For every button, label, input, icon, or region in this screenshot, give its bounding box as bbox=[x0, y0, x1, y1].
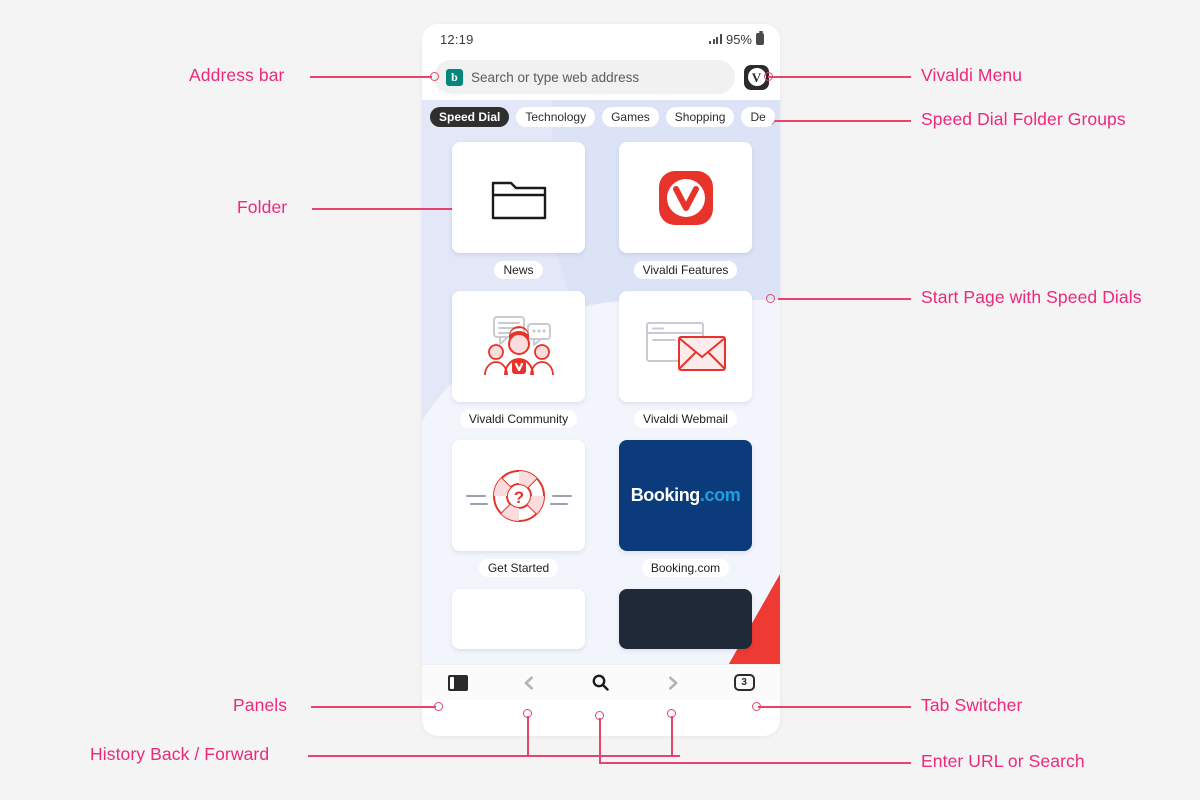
search-button[interactable] bbox=[579, 668, 623, 698]
annotation-endpoint-dot bbox=[523, 709, 532, 718]
status-indicators: 95% bbox=[709, 31, 764, 47]
address-bar-row: b Search or type web address V bbox=[422, 54, 780, 100]
status-time: 12:19 bbox=[440, 31, 474, 47]
annotation-leader-line bbox=[599, 762, 911, 764]
folder-tab-speed-dial[interactable]: Speed Dial bbox=[430, 107, 510, 127]
annotation-leader-line bbox=[310, 76, 432, 78]
speed-dial-thumbnail[interactable] bbox=[619, 291, 752, 402]
speed-dial-vivaldi-community[interactable]: Vivaldi Community bbox=[452, 291, 585, 428]
annotation-leader-line bbox=[599, 718, 601, 762]
annotation-leader-line bbox=[768, 76, 911, 78]
vivaldi-menu-letter: V bbox=[751, 69, 762, 85]
speed-dial-booking[interactable]: Booking.com Booking.com bbox=[619, 440, 752, 577]
vivaldi-logo-icon bbox=[658, 170, 713, 225]
back-button[interactable] bbox=[507, 668, 551, 698]
folder-icon bbox=[491, 181, 546, 219]
annotation-start-page: Start Page with Speed Dials bbox=[921, 287, 1142, 307]
folder-tab-design[interactable]: De bbox=[741, 107, 775, 127]
annotation-endpoint-dot bbox=[752, 702, 761, 711]
tab-count-icon: 3 bbox=[733, 674, 755, 691]
speed-dial-thumbnail[interactable] bbox=[452, 142, 585, 253]
annotation-enter-url: Enter URL or Search bbox=[921, 751, 1085, 771]
annotation-tab-switcher: Tab Switcher bbox=[921, 695, 1023, 715]
search-input[interactable]: b Search or type web address bbox=[434, 60, 735, 94]
speed-dial-vivaldi-features[interactable]: Vivaldi Features bbox=[619, 142, 752, 279]
battery-icon bbox=[756, 31, 764, 45]
annotation-endpoint-dot bbox=[434, 702, 443, 711]
phone-mockup: 12:19 95% b Search or type web address V bbox=[422, 24, 780, 736]
speed-dial-title: Get Started bbox=[478, 559, 559, 577]
svg-text:?: ? bbox=[513, 488, 523, 507]
community-people-icon bbox=[483, 315, 554, 375]
annotation-leader-line bbox=[308, 755, 680, 757]
annotation-endpoint-dot bbox=[430, 72, 439, 81]
panels-button[interactable] bbox=[436, 668, 480, 698]
annotation-leader-line bbox=[774, 120, 911, 122]
forward-button[interactable] bbox=[651, 668, 695, 698]
bottom-toolbar: 3 bbox=[422, 664, 780, 700]
battery-percent: 95% bbox=[725, 31, 752, 47]
annotation-address-bar: Address bar bbox=[189, 65, 285, 85]
speed-dial-partial-dark[interactable] bbox=[619, 589, 752, 649]
annotation-folder-groups: Speed Dial Folder Groups bbox=[921, 109, 1126, 129]
speed-dial-thumbnail[interactable] bbox=[619, 589, 752, 649]
speed-dial-title: News bbox=[494, 261, 543, 279]
speed-dial-title: Vivaldi Community bbox=[459, 410, 578, 428]
annotation-leader-line bbox=[527, 716, 529, 756]
speed-dial-vivaldi-webmail[interactable]: Vivaldi Webmail bbox=[619, 291, 752, 428]
webmail-envelope-icon bbox=[645, 321, 726, 371]
panels-icon bbox=[447, 674, 468, 691]
screenshot-canvas: 12:19 95% b Search or type web address V bbox=[0, 0, 1200, 800]
annotation-leader-line bbox=[311, 706, 436, 708]
speed-dial-thumbnail[interactable] bbox=[452, 291, 585, 402]
start-page: Speed Dial Technology Games Shopping De bbox=[422, 100, 780, 700]
speed-dial-partial-light[interactable] bbox=[452, 589, 585, 649]
speed-dial-thumbnail[interactable]: Booking.com bbox=[619, 440, 752, 551]
speed-dial-news[interactable]: News bbox=[452, 142, 585, 279]
speed-dial-folder-groups: Speed Dial Technology Games Shopping De bbox=[422, 100, 780, 134]
speed-dial-get-started[interactable]: ? Get Started bbox=[452, 440, 585, 577]
speed-dial-thumbnail[interactable]: ? bbox=[452, 440, 585, 551]
folder-tab-shopping[interactable]: Shopping bbox=[665, 107, 735, 127]
annotation-endpoint-dot bbox=[595, 711, 604, 720]
lifebuoy-question-icon: ? bbox=[465, 469, 572, 522]
annotation-folder: Folder bbox=[237, 197, 288, 217]
annotation-leader-line bbox=[671, 716, 673, 756]
speed-dial-title: Booking.com bbox=[641, 559, 730, 577]
annotation-history: History Back / Forward bbox=[90, 744, 270, 764]
magnifier-icon bbox=[593, 674, 610, 691]
speed-dial-thumbnail[interactable] bbox=[619, 142, 752, 253]
annotation-panels: Panels bbox=[233, 695, 288, 715]
address-bar-placeholder: Search or type web address bbox=[471, 69, 640, 85]
signal-bars-icon bbox=[709, 34, 722, 44]
folder-tab-games[interactable]: Games bbox=[602, 107, 659, 127]
annotation-leader-line bbox=[778, 298, 911, 300]
annotation-vivaldi-menu: Vivaldi Menu bbox=[921, 65, 1023, 85]
speed-dial-grid: News Vivaldi Features Vivaldi Community … bbox=[422, 134, 780, 649]
chevron-right-icon bbox=[668, 675, 677, 690]
speed-dial-title: Vivaldi Features bbox=[633, 261, 738, 279]
tab-switcher-button[interactable]: 3 bbox=[722, 668, 766, 698]
annotation-endpoint-dot bbox=[764, 72, 773, 81]
folder-tab-technology[interactable]: Technology bbox=[516, 107, 596, 127]
status-bar: 12:19 95% bbox=[422, 24, 780, 54]
annotation-leader-line bbox=[758, 706, 911, 708]
speed-dial-title: Vivaldi Webmail bbox=[634, 410, 737, 428]
speed-dial-thumbnail[interactable] bbox=[452, 589, 585, 649]
bing-icon: b bbox=[446, 68, 463, 86]
booking-logo-suffix: .com bbox=[699, 485, 741, 505]
chevron-left-icon bbox=[525, 675, 534, 690]
booking-logo-text: Booking bbox=[630, 485, 701, 505]
annotation-endpoint-dot bbox=[667, 709, 676, 718]
